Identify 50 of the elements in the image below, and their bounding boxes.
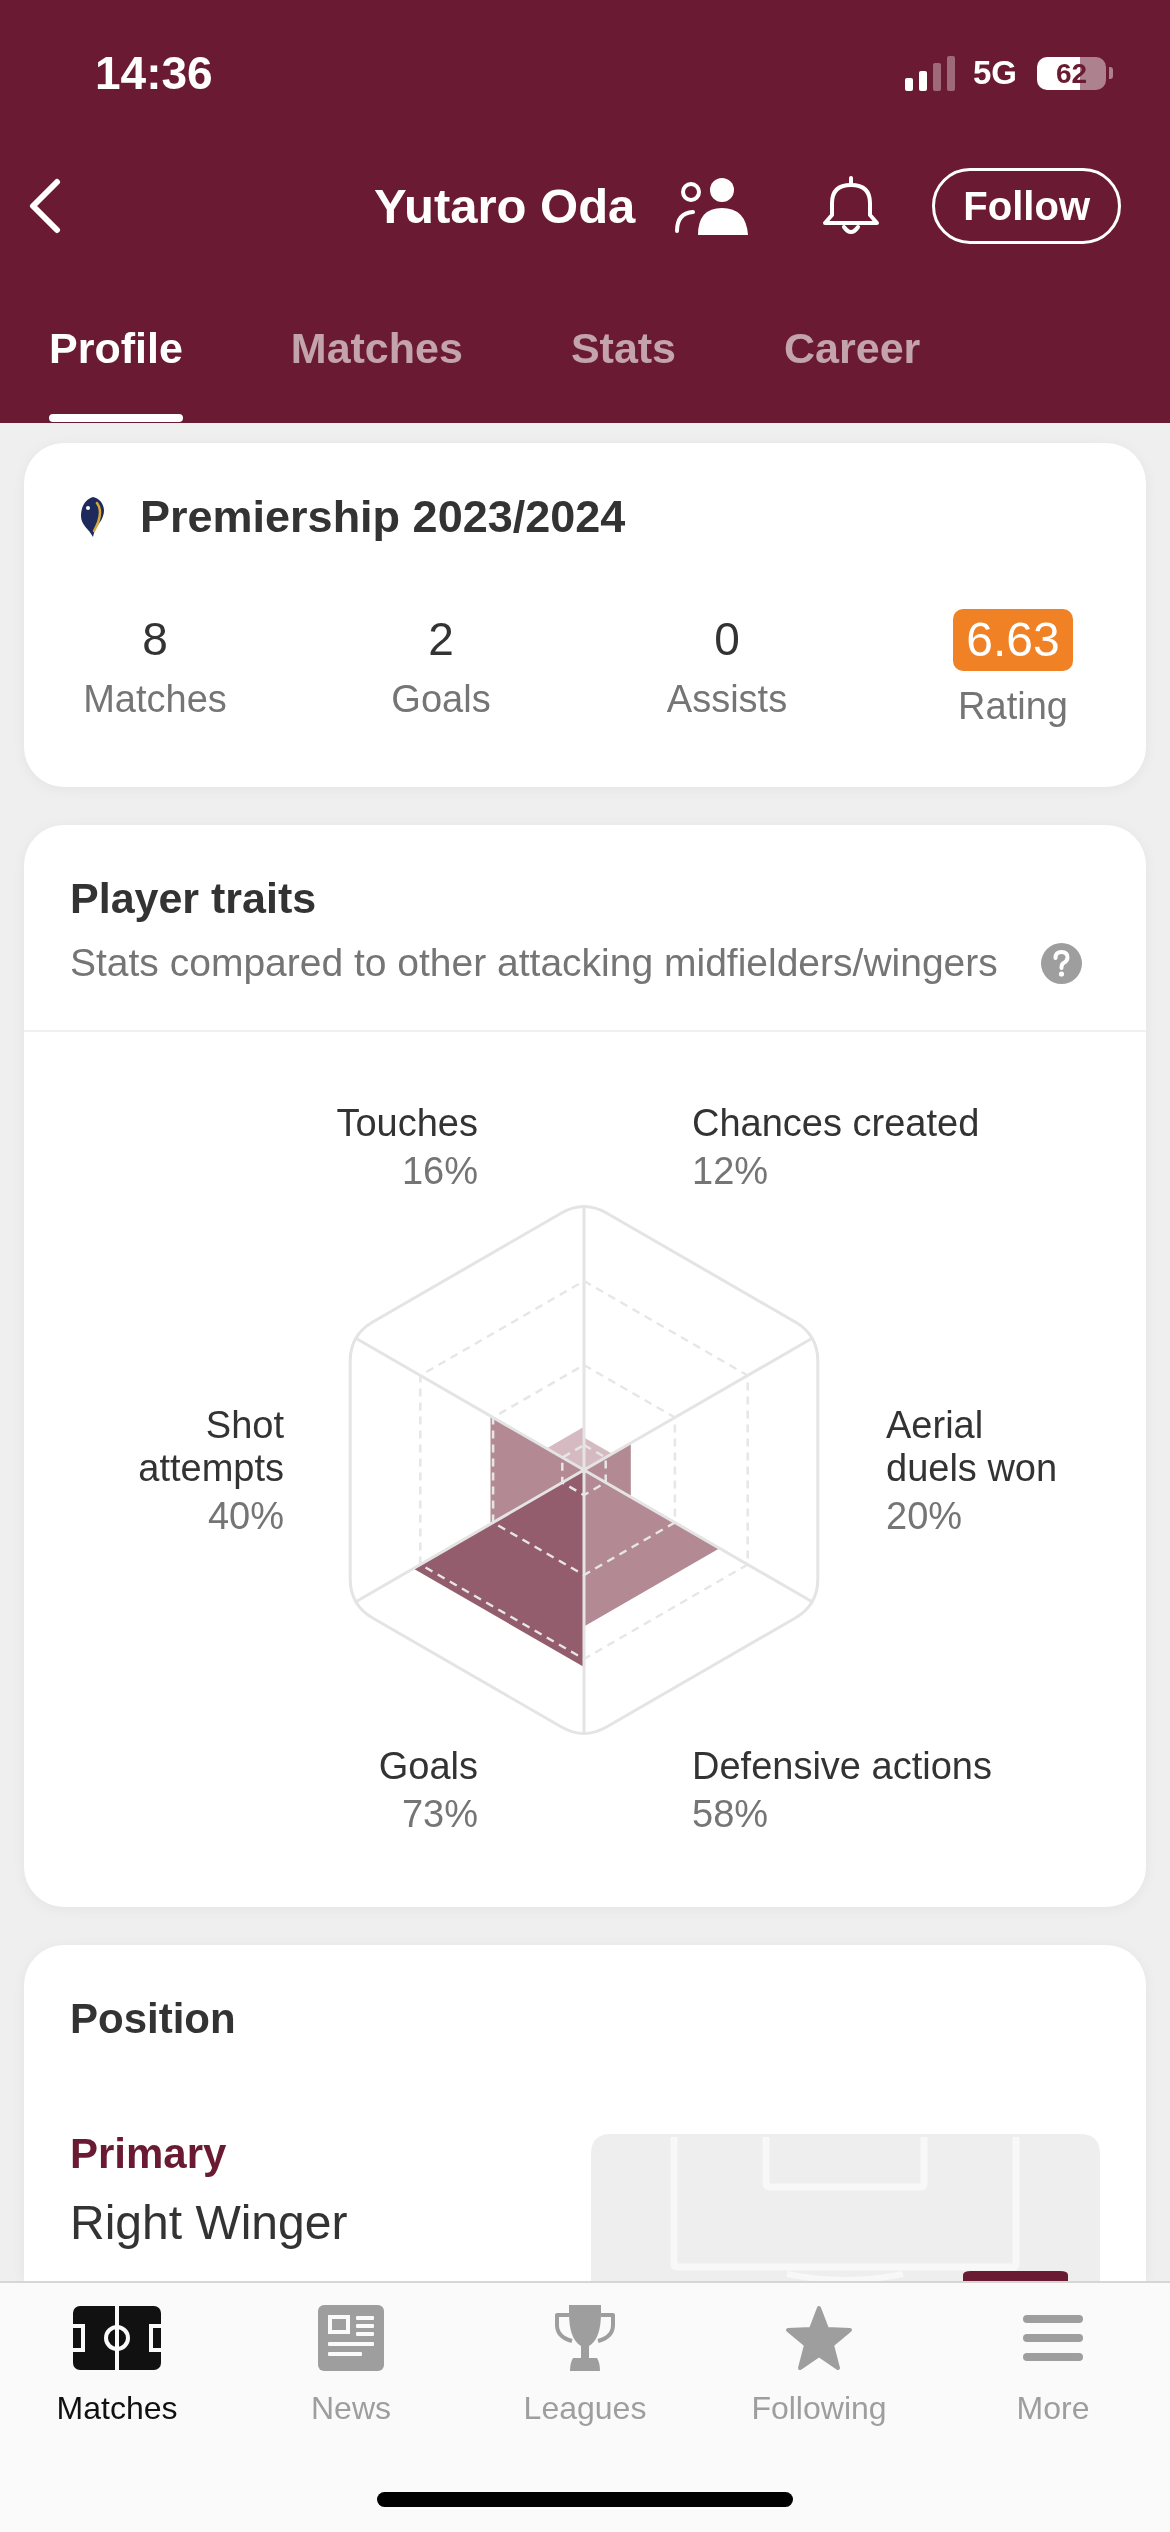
trait-label: Touches (336, 1102, 478, 1145)
player-name: Yutaro Oda (373, 178, 636, 235)
card-subtitle: Stats compared to other attacking midfielders/wingers (70, 941, 998, 985)
trophy-icon (552, 2303, 618, 2373)
position-marker-icon (963, 2271, 1068, 2281)
star-icon (785, 2305, 853, 2371)
card-title: Position (70, 1994, 236, 2044)
trait-value: 12% (692, 1150, 769, 1193)
rating-badge: 6.63 (953, 609, 1073, 671)
nav-tab[interactable]: News (311, 2303, 391, 2428)
tab[interactable]: Profile (49, 297, 183, 423)
status-time: 14:36 (95, 46, 213, 101)
follow-button[interactable]: Follow (932, 168, 1121, 244)
stat-label: Rating (958, 684, 1068, 728)
trait-value: 20% (886, 1495, 963, 1538)
stat-value: 2 (428, 612, 454, 667)
newspaper-icon (318, 2305, 384, 2371)
stat-label: Assists (666, 677, 788, 721)
trait-value: 58% (692, 1793, 769, 1836)
nav-tab[interactable]: More (1016, 2303, 1090, 2428)
nav-tab[interactable]: Matches (56, 2303, 178, 2428)
soccer-pitch-icon (73, 2306, 161, 2370)
tab[interactable]: Stats (570, 297, 677, 423)
people-icon[interactable] (674, 177, 749, 235)
trait-value: 40% (207, 1495, 284, 1538)
stat-value: 0 (714, 612, 740, 667)
stat-label: Matches (83, 677, 227, 721)
network-label: 5G (972, 53, 1017, 93)
nav-tab[interactable]: Leagues (523, 2303, 647, 2428)
trait-label: Chances created (692, 1102, 980, 1145)
trait-value: 73% (401, 1793, 478, 1836)
trait-label: Goals (378, 1745, 478, 1788)
position-value: Right Winger (70, 2195, 348, 2251)
stat-label: Goals (391, 677, 491, 721)
trait-label: Defensive actions (692, 1745, 992, 1788)
tab[interactable]: Career (784, 297, 921, 423)
league-logo-icon (78, 496, 106, 538)
tab[interactable]: Matches (290, 297, 463, 423)
chevron-left-icon (28, 178, 61, 234)
stat-value: 8 (142, 612, 168, 667)
signal-icon (904, 55, 955, 91)
position-label: Primary (70, 2129, 227, 2179)
trait-label: Shot attempts (137, 1404, 284, 1490)
season-title: Premiership 2023/2024 (140, 490, 626, 544)
help-icon[interactable] (1041, 942, 1082, 984)
nav-tab[interactable]: Following (751, 2303, 887, 2428)
trait-label: Aerial duels won (886, 1404, 1059, 1490)
menu-icon (1023, 2315, 1083, 2361)
card-title: Player traits (70, 873, 317, 923)
trait-value: 16% (401, 1150, 478, 1193)
